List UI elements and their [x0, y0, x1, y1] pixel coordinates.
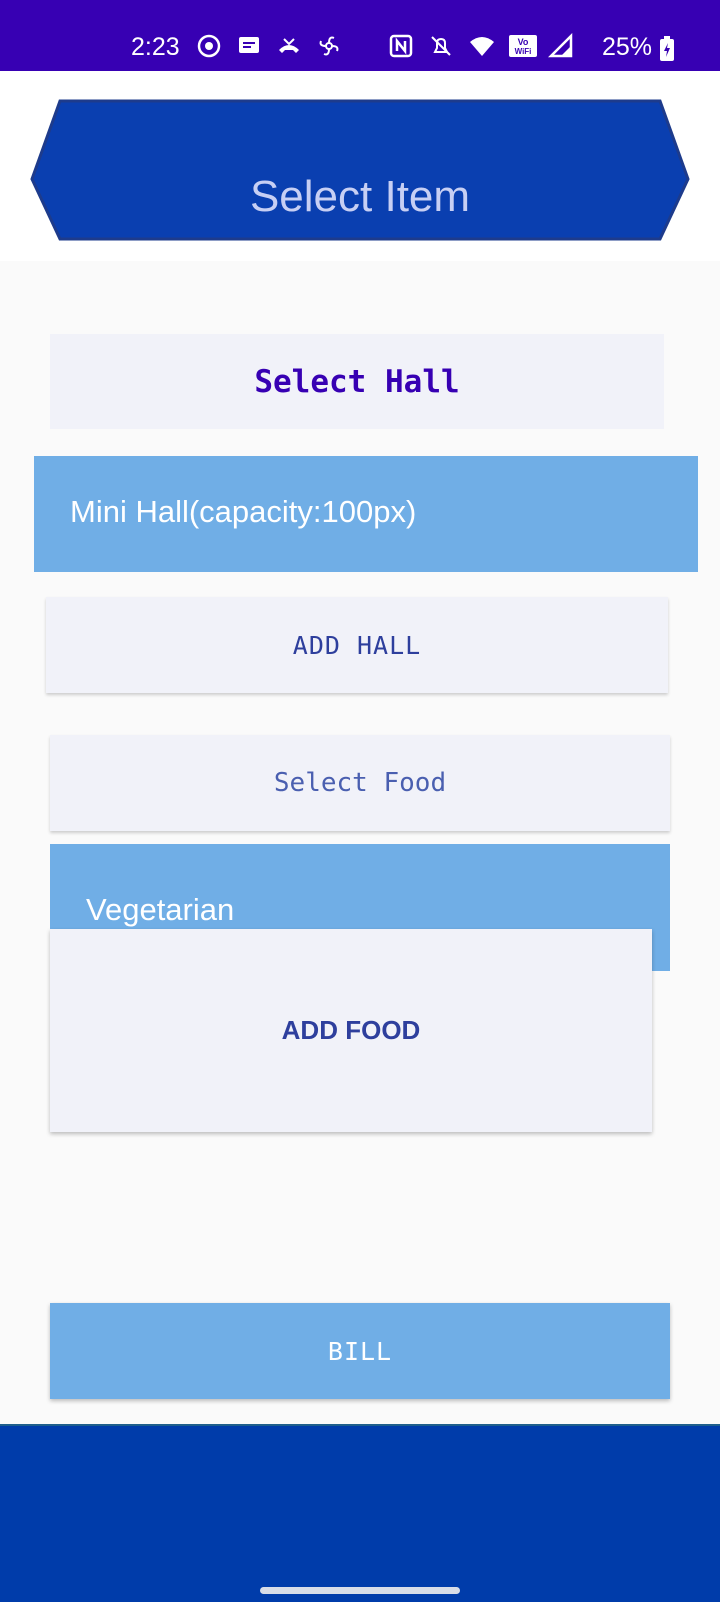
- hall-spinner[interactable]: Mini Hall(capacity:100px): [34, 456, 698, 572]
- food-spinner-value: Vegetarian: [86, 892, 235, 927]
- svg-text:Vo: Vo: [518, 37, 529, 47]
- signal-icon: [547, 32, 574, 59]
- whatsapp-icon: [196, 33, 222, 59]
- pinwheel-icon: [316, 33, 342, 59]
- svg-text:WiFi: WiFi: [515, 47, 532, 56]
- add-hall-button[interactable]: ADD HALL: [46, 597, 668, 693]
- header-banner: [30, 99, 690, 241]
- select-hall-label: Select Hall: [50, 334, 664, 429]
- add-food-button[interactable]: ADD FOOD: [50, 929, 652, 1132]
- status-bar: 2:23 Vo WiFi 25%: [0, 0, 720, 71]
- header-area: [0, 71, 720, 261]
- message-icon: [236, 33, 262, 59]
- missed-call-icon: [276, 33, 302, 59]
- bill-button[interactable]: BILL: [50, 1303, 670, 1399]
- page-title: Select Item: [249, 172, 471, 221]
- vibrate-icon: [428, 33, 454, 59]
- select-food-label: Select Food: [50, 735, 670, 831]
- system-icons: Vo WiFi: [388, 32, 574, 59]
- battery-charging-icon: [658, 35, 676, 70]
- status-time: 2:23: [131, 33, 180, 61]
- vowifi-icon: Vo WiFi: [508, 33, 537, 59]
- gesture-nav-handle[interactable]: [260, 1587, 460, 1594]
- notification-icons: [196, 33, 342, 59]
- wifi-icon: [468, 33, 494, 59]
- hall-spinner-value: Mini Hall(capacity:100px): [70, 494, 417, 529]
- bottom-banner: [0, 1424, 720, 1602]
- battery-percent: 25%: [602, 33, 653, 61]
- nfc-icon: [388, 33, 414, 59]
